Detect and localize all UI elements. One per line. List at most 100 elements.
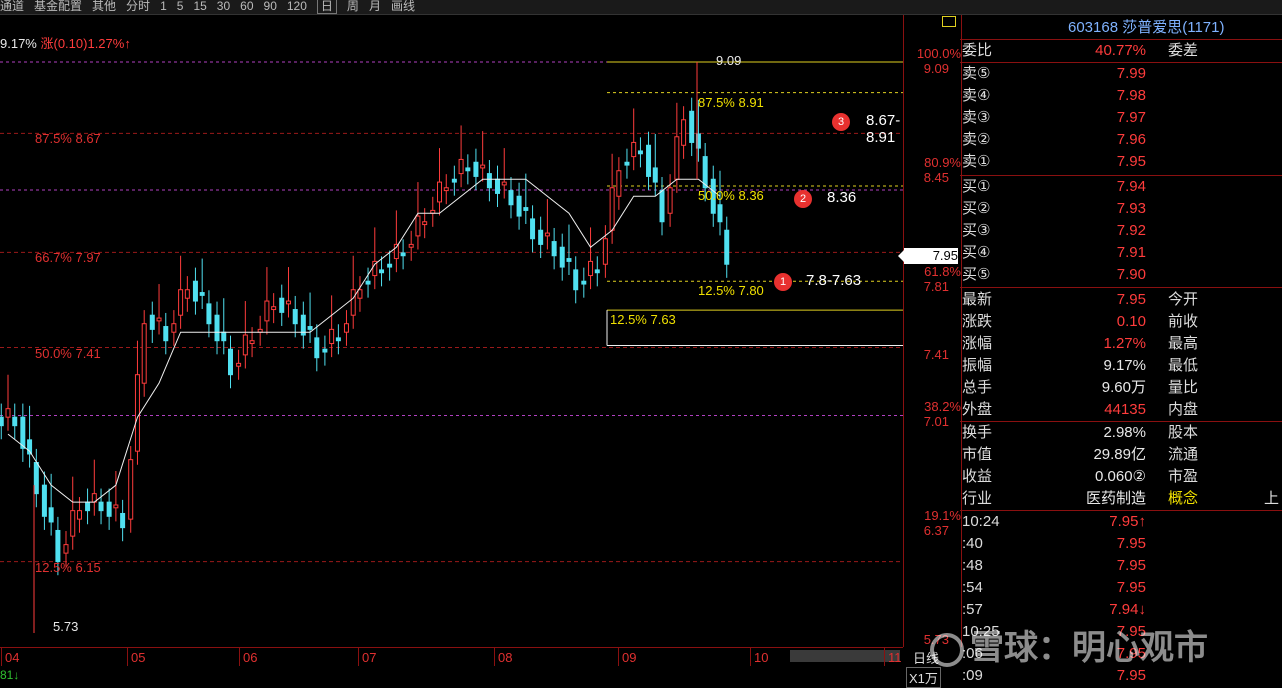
axis-pct-label: 19.1% [924, 508, 961, 524]
toolbar-item[interactable]: 5 [177, 0, 184, 13]
row-value: 0.10 [1116, 313, 1146, 330]
toolbar-item[interactable]: 60 [240, 0, 253, 13]
low-price-label: 5.73 [53, 619, 79, 634]
quote-line: 9.17% 涨(0.10)1.27%↑ [0, 33, 131, 52]
weibi-label: 委比 [962, 42, 993, 59]
tick-row: :40 7.95 [960, 533, 1282, 555]
panel-row: 总手 9.60万 量比 [960, 377, 1282, 399]
axis-price-label: 7.41 [923, 346, 949, 362]
toolbar-item[interactable]: 1 [160, 0, 167, 13]
candle-body [221, 331, 227, 342]
candle-body [480, 164, 486, 169]
candle-body [458, 158, 464, 175]
axis-menu-icon[interactable] [942, 16, 956, 27]
quote-panel: 603168 莎普爱思(1171) 委比 40.77% 委差 行业 医药制造 概… [960, 15, 1282, 687]
month-label: 04 [0, 648, 20, 666]
candle-body [674, 136, 680, 180]
row-right-label: 今开 [1168, 291, 1199, 308]
toolbar-item[interactable]: 通道 [0, 0, 24, 13]
candle-body [501, 181, 507, 186]
fib-label-yellow: 87.5% 8.91 [698, 94, 764, 110]
tick-row: :57 7.94↓ [960, 599, 1282, 621]
row-value: 7.97 [1116, 109, 1146, 126]
toolbar-item[interactable]: 日 [316, 0, 337, 14]
candle-body [134, 374, 140, 452]
row-label: 市值 [962, 446, 993, 463]
fib-label-yellow: 50.0% 8.36 [698, 188, 764, 204]
candle-body [637, 150, 643, 155]
candle-body [242, 334, 248, 356]
candle-body [415, 215, 421, 237]
candle-body [171, 323, 177, 333]
candle-body [329, 328, 335, 345]
candle-body [602, 238, 608, 265]
candle-body [646, 144, 652, 177]
candle-body [206, 303, 212, 325]
candle-body [85, 501, 91, 512]
zoom-button[interactable]: X1万 [906, 667, 941, 688]
toolbar-item[interactable]: 15 [193, 0, 206, 13]
industry-label: 行业 [962, 490, 993, 507]
candle-body [264, 300, 270, 322]
tick-price: 7.95↑ [1109, 513, 1146, 530]
panel-row: 市值 29.89亿 流通 [960, 444, 1282, 466]
candle-body [178, 289, 184, 316]
candle-body [465, 167, 471, 172]
status-row: 81↓ [0, 668, 903, 687]
row-right-label: 前收 [1168, 313, 1199, 330]
candle-body [667, 187, 673, 214]
candle-body [12, 416, 18, 427]
toolbar-item[interactable]: 周 [347, 0, 359, 13]
candle-body [508, 190, 514, 206]
kline-chart[interactable]: 9.17% 涨(0.10)1.27%↑ 87.5% 8.67 66.7% 7.97… [0, 15, 903, 647]
row-value: 1.27% [1103, 335, 1146, 352]
toolbar-item[interactable]: 120 [287, 0, 307, 13]
toolbar-item[interactable]: 月 [369, 0, 381, 13]
row-label: 总手 [962, 379, 993, 396]
candle-body [609, 187, 615, 231]
kline-svg[interactable] [0, 15, 903, 647]
concept-extra: 上 [1264, 490, 1280, 507]
industry-value: 医药制造 [1085, 490, 1146, 507]
candle-body [199, 292, 205, 296]
candle-body [228, 348, 233, 376]
tick-time: :57 [962, 601, 983, 618]
candle-body [279, 297, 285, 313]
toolbar-item[interactable]: 分时 [126, 0, 150, 13]
candle-body [387, 263, 393, 268]
row-value: 7.92 [1116, 222, 1146, 239]
candle-body [120, 512, 126, 529]
panel-row: 最新 7.95 今开 [960, 289, 1282, 311]
tick-row: :48 7.95 [960, 555, 1282, 577]
concept-label[interactable]: 概念 [1168, 488, 1198, 510]
fib-label-left: 50.0% 7.41 [35, 345, 101, 361]
candle-body [156, 317, 162, 322]
fib-label-left: 66.7% 7.97 [35, 250, 101, 266]
candle-body [530, 218, 536, 240]
row-right-label: 流通 [1168, 446, 1199, 463]
tick-time: :54 [962, 579, 983, 596]
row-right-label: 市盈 [1168, 468, 1199, 485]
fib-label-yellow: 12.5% 7.80 [698, 283, 764, 299]
stock-header: 603168 莎普爱思(1171) [960, 17, 1282, 39]
candle-body [350, 289, 356, 316]
row-label: 收益 [962, 468, 993, 485]
row-label: 买④ [962, 244, 991, 261]
toolbar-item[interactable]: 90 [264, 0, 277, 13]
candle-body [573, 269, 579, 291]
toolbar-item[interactable]: 30 [217, 0, 230, 13]
fib-label-yellow: 12.5% 7.63 [610, 312, 676, 328]
row-right-label: 最高 [1168, 335, 1199, 352]
row-label: 外盘 [962, 401, 993, 418]
toolbar-item[interactable]: 画线 [391, 0, 415, 13]
toolbar-item[interactable]: 基金配置 [34, 0, 82, 13]
toolbar-item[interactable]: 其他 [92, 0, 116, 13]
candle-body [523, 207, 529, 211]
row-label: 涨跌 [962, 313, 993, 330]
month-label: 08 [493, 648, 513, 666]
candle-body [141, 323, 147, 384]
row-label: 卖⑤ [962, 65, 991, 82]
fib-label-left: 12.5% 6.15 [35, 559, 101, 575]
candle-body [544, 232, 550, 237]
candle-body [307, 326, 313, 330]
